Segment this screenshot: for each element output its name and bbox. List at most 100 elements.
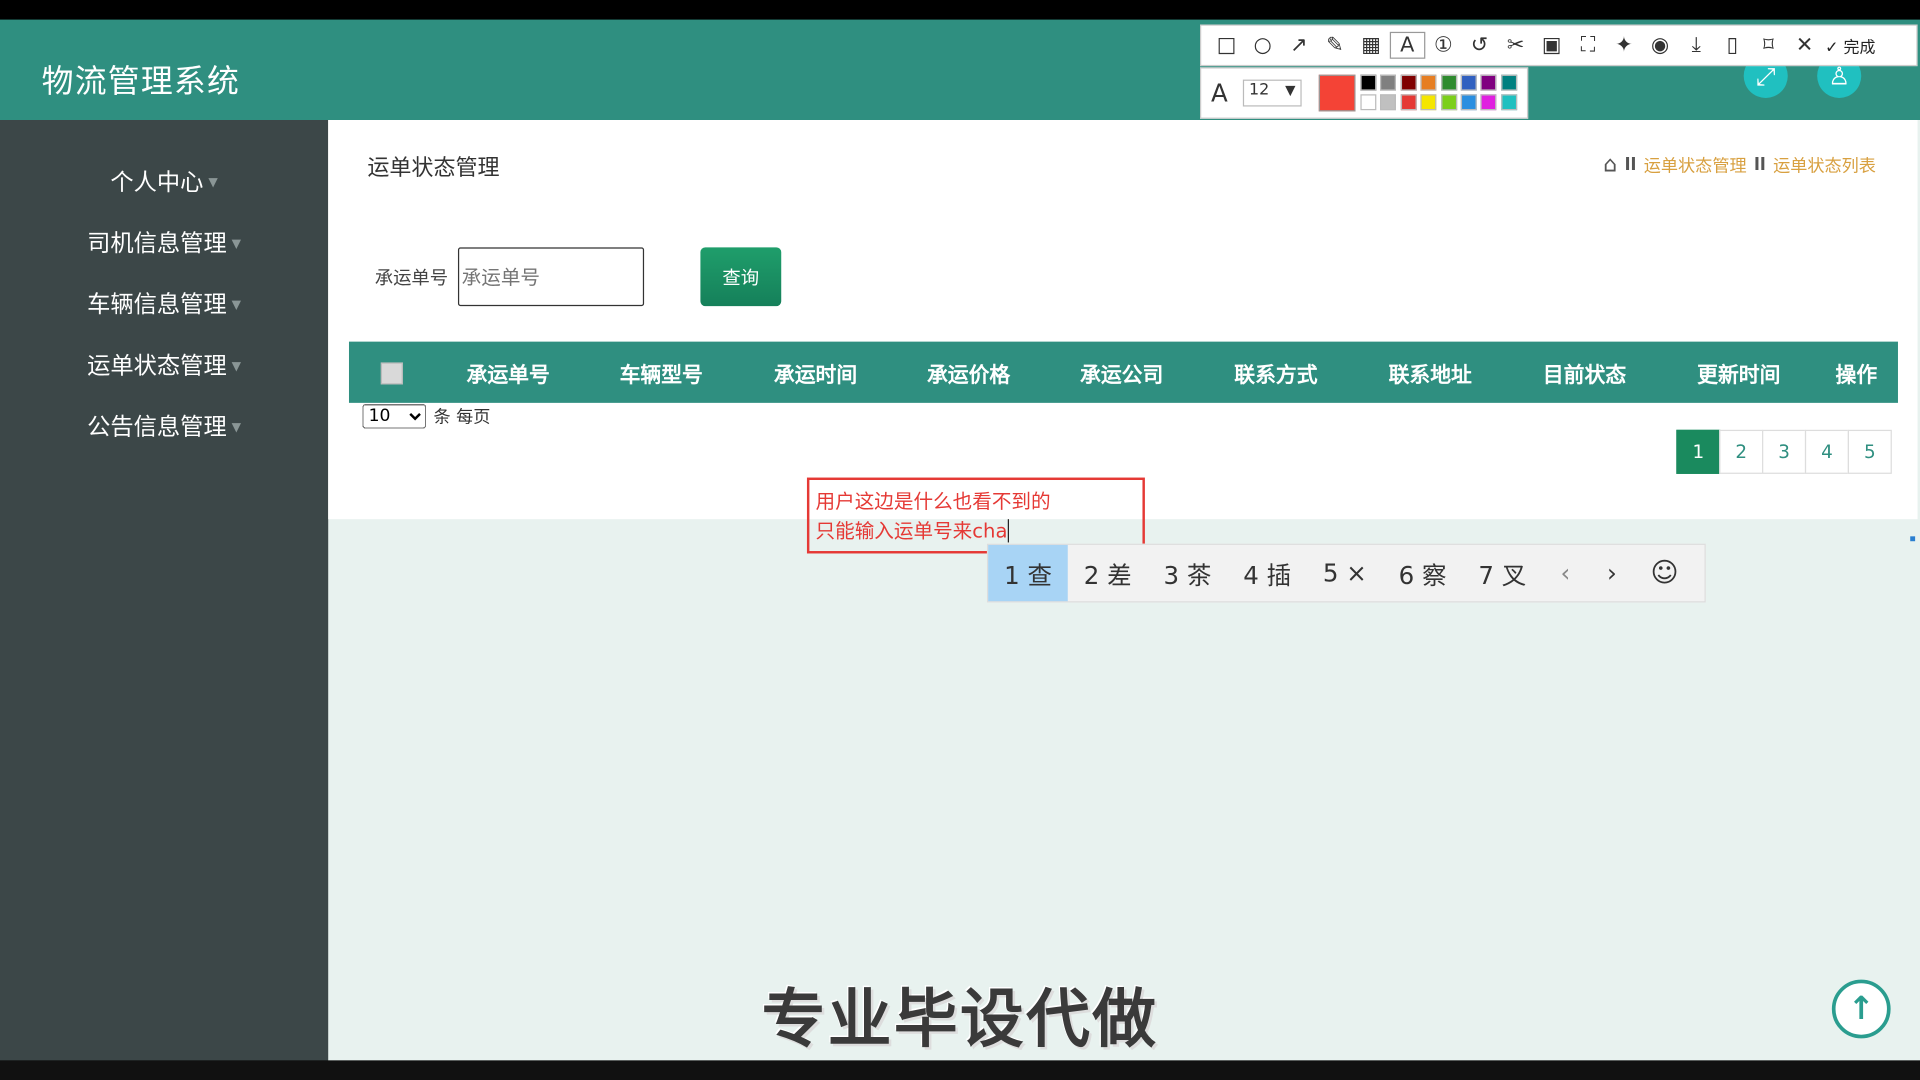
current-color-swatch[interactable] xyxy=(1318,74,1356,112)
color-swatch[interactable] xyxy=(1420,94,1437,111)
color-swatch[interactable] xyxy=(1500,94,1517,111)
page-button[interactable]: 5 xyxy=(1847,429,1892,474)
color-swatch[interactable] xyxy=(1480,74,1497,91)
sidebar-item-personal-center[interactable]: 个人中心 ▼ xyxy=(0,164,328,201)
page-button[interactable]: 2 xyxy=(1719,429,1764,474)
color-swatch[interactable] xyxy=(1500,74,1517,91)
ime-candidate[interactable]: 7 叉 xyxy=(1462,545,1542,601)
column-header[interactable]: 联系方式 xyxy=(1234,358,1317,388)
record-icon[interactable]: ◉ xyxy=(1642,33,1678,57)
ime-prev-icon[interactable]: ‹ xyxy=(1542,558,1589,587)
color-swatch[interactable] xyxy=(1460,74,1477,91)
column-header[interactable]: 联系地址 xyxy=(1389,358,1472,388)
caret-down-icon: ▼ xyxy=(231,360,242,374)
select-all-checkbox[interactable] xyxy=(380,362,403,385)
rectangle-icon[interactable]: □ xyxy=(1209,33,1245,57)
page-title: 运单状态管理 xyxy=(367,155,500,182)
sidebar-item-vehicle-info[interactable]: 车辆信息管理 ▼ xyxy=(0,287,328,324)
breadcrumb: ⌂ ll 运单状态管理 ll 运单状态列表 xyxy=(1603,152,1876,178)
per-page-select[interactable]: 10 xyxy=(362,404,427,429)
column-header[interactable]: 承运单号 xyxy=(467,358,550,388)
color-swatch[interactable] xyxy=(1380,94,1397,111)
waybill-number-label: 承运单号 xyxy=(374,266,449,289)
column-header[interactable]: 承运公司 xyxy=(1080,358,1163,388)
text-annotation[interactable]: 用户这边是什么也看不到的 只能输入运单号来cha xyxy=(816,487,1051,546)
color-swatch[interactable] xyxy=(1400,94,1417,111)
page-button[interactable]: 4 xyxy=(1804,429,1849,474)
pencil-icon[interactable]: ✎ xyxy=(1317,33,1353,57)
breadcrumb-separator: ll xyxy=(1753,154,1766,175)
number-marker-icon[interactable]: ① xyxy=(1425,33,1461,57)
caret-down-icon: ▼ xyxy=(231,237,242,252)
ellipse-icon[interactable]: ○ xyxy=(1245,33,1281,57)
ime-candidate[interactable]: 1 查 xyxy=(988,544,1068,602)
scroll-indicator xyxy=(1910,536,1916,542)
page-button[interactable]: 3 xyxy=(1762,429,1807,474)
back-to-top-icon[interactable]: ↑ xyxy=(1831,979,1891,1039)
translate-icon[interactable]: ▣ xyxy=(1534,33,1570,57)
ime-candidate[interactable]: 2 差 xyxy=(1068,545,1148,601)
page-button[interactable]: 1 xyxy=(1676,429,1721,474)
snip-toolbar: □ ○ ↗ ✎ ▦ A ① ↺ ✂ ▣ ⛶ ✦ ◉ ⤓ ▯ ⌑ ✕ ✓ 完成 xyxy=(1200,24,1918,67)
download-icon[interactable]: ⤓ xyxy=(1678,33,1714,57)
content-panel: 运单状态管理 ⌂ ll 运单状态管理 ll 运单状态列表 承运单号 查询 承运单… xyxy=(328,120,1918,520)
pagination: 1 2 3 4 5 xyxy=(1676,429,1892,474)
caret-down-icon: ▼ xyxy=(231,298,242,313)
scroll-capture-icon[interactable]: ⛶ xyxy=(1570,33,1606,57)
caret-down-icon: ▼ xyxy=(231,421,242,435)
color-swatch[interactable] xyxy=(1460,94,1477,111)
table-header: 承运单号 车辆型号 承运时间 承运价格 承运公司 联系方式 联系地址 目前状态 … xyxy=(348,341,1898,403)
sidebar-item-driver-info[interactable]: 司机信息管理 ▼ xyxy=(0,225,328,262)
app-title: 物流管理系统 xyxy=(41,63,241,101)
watermark: 专业毕设代做 xyxy=(761,983,1159,1057)
column-header[interactable]: 更新时间 xyxy=(1697,358,1780,388)
color-swatch[interactable] xyxy=(1480,94,1497,111)
color-swatch[interactable] xyxy=(1440,94,1457,111)
query-button[interactable]: 查询 xyxy=(700,247,782,307)
breadcrumb-item[interactable]: 运单状态管理 xyxy=(1644,152,1747,176)
bookmark-icon[interactable]: ⌑ xyxy=(1750,33,1786,57)
sidebar: 个人中心 ▼ 司机信息管理 ▼ 车辆信息管理 ▼ 运单状态管理 ▼ 公告信息管理 ▼ xyxy=(0,120,329,1061)
per-page-label: 条 每页 xyxy=(433,407,491,428)
font-icon: A xyxy=(1211,78,1228,108)
copy-icon[interactable]: ▯ xyxy=(1714,33,1750,57)
ime-candidate[interactable]: 5 × xyxy=(1307,545,1383,601)
home-icon[interactable]: ⌂ xyxy=(1603,152,1617,178)
text-tool-icon[interactable]: A xyxy=(1389,31,1426,59)
color-swatch[interactable] xyxy=(1360,74,1377,91)
ime-candidate-bar: 1 查 2 差 3 茶 4 插 5 × 6 察 7 叉 ‹ › ☺ xyxy=(986,543,1706,603)
ime-candidate[interactable]: 3 茶 xyxy=(1148,545,1228,601)
check-icon: ✓ xyxy=(1825,38,1839,57)
sidebar-item-announcement[interactable]: 公告信息管理 ▼ xyxy=(0,409,328,446)
snip-text-options: A 12 ▼ xyxy=(1200,67,1529,119)
color-swatch[interactable] xyxy=(1440,74,1457,91)
ime-candidate[interactable]: 6 察 xyxy=(1383,545,1463,601)
column-header[interactable]: 承运价格 xyxy=(927,358,1010,388)
close-icon[interactable]: ✕ xyxy=(1787,33,1823,57)
crop-icon[interactable]: ✂ xyxy=(1498,33,1534,57)
bottom-black-bar xyxy=(0,1060,1920,1080)
ime-candidate[interactable]: 4 插 xyxy=(1227,545,1307,601)
color-swatch[interactable] xyxy=(1360,94,1377,111)
color-swatch[interactable] xyxy=(1420,74,1437,91)
column-header[interactable]: 目前状态 xyxy=(1543,358,1626,388)
emoji-icon[interactable]: ☺ xyxy=(1635,558,1694,589)
per-page-control: 10 条 每页 xyxy=(362,404,491,429)
waybill-number-input[interactable] xyxy=(457,247,645,307)
breadcrumb-item[interactable]: 运单状态列表 xyxy=(1773,152,1876,176)
pin-icon[interactable]: ✦ xyxy=(1606,33,1642,57)
arrow-icon[interactable]: ↗ xyxy=(1281,33,1317,57)
column-header[interactable]: 操作 xyxy=(1836,358,1878,388)
color-swatch[interactable] xyxy=(1400,74,1417,91)
ime-next-icon[interactable]: › xyxy=(1589,558,1636,587)
column-header[interactable]: 车辆型号 xyxy=(620,358,703,388)
column-header[interactable]: 承运时间 xyxy=(774,358,857,388)
font-size-select[interactable]: 12 ▼ xyxy=(1242,79,1302,107)
breadcrumb-separator: ll xyxy=(1624,154,1637,175)
done-button[interactable]: ✓ 完成 xyxy=(1825,34,1875,57)
mosaic-icon[interactable]: ▦ xyxy=(1353,33,1389,57)
color-swatch[interactable] xyxy=(1380,74,1397,91)
chevron-down-icon: ▼ xyxy=(1285,82,1296,98)
sidebar-item-waybill-status[interactable]: 运单状态管理 ▼ xyxy=(0,348,328,385)
undo-icon[interactable]: ↺ xyxy=(1461,33,1497,57)
